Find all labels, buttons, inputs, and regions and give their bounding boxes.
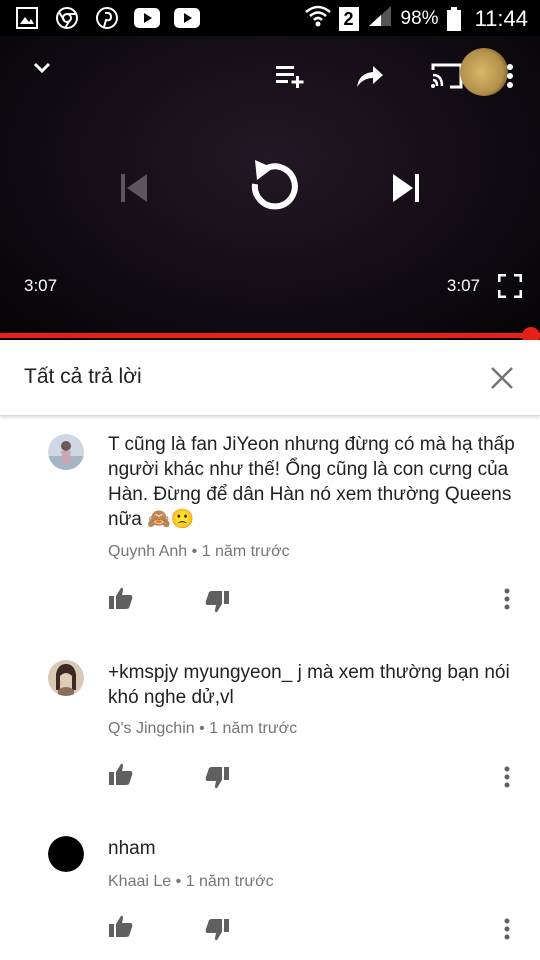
comment-time: 1 năm trước xyxy=(185,873,274,890)
comment-author[interactable]: Quynh Anh xyxy=(108,543,187,560)
comment-author[interactable]: Khaai Le xyxy=(108,873,171,890)
chevron-down-icon xyxy=(33,62,51,74)
comment-more-button[interactable] xyxy=(504,588,520,612)
dislike-button[interactable] xyxy=(204,590,230,614)
meta-separator: • xyxy=(175,873,182,890)
player-more-button[interactable] xyxy=(500,60,520,92)
thumbs-up-icon xyxy=(109,763,133,785)
comment-time: 1 năm trước xyxy=(209,720,298,737)
comment-text: T cũng là fan JiYeon nhưng đừng có mà hạ… xyxy=(108,434,515,530)
comment-more-button[interactable] xyxy=(504,918,520,942)
playlist-add-icon xyxy=(276,66,304,88)
avatar[interactable] xyxy=(48,660,84,696)
more-vert-icon xyxy=(504,588,510,610)
status-bar: 2 98% 11:44 xyxy=(0,0,540,36)
fullscreen-icon xyxy=(498,274,522,298)
cast-icon xyxy=(431,63,463,89)
video-player[interactable]: 3:07 3:07 xyxy=(0,36,540,345)
gallery-icon xyxy=(14,6,40,30)
wifi-icon xyxy=(304,5,331,33)
thumbs-down-icon xyxy=(205,919,229,941)
battery-icon xyxy=(446,7,461,31)
meta-separator: • xyxy=(199,720,205,737)
thumbs-up-icon xyxy=(109,587,133,609)
comment-author[interactable]: Q's Jingchin xyxy=(108,720,195,737)
like-button[interactable] xyxy=(108,586,134,610)
close-icon xyxy=(491,367,513,389)
youtube-icon xyxy=(174,6,200,30)
avatar[interactable] xyxy=(48,434,84,470)
comment-time: 1 năm trước xyxy=(201,543,290,560)
seek-bar[interactable] xyxy=(0,333,540,338)
previous-button[interactable] xyxy=(114,168,154,208)
sim-badge: 2 xyxy=(338,7,359,31)
minimize-button[interactable] xyxy=(28,54,56,82)
add-to-playlist-button[interactable] xyxy=(272,58,308,94)
battery-level: 98% xyxy=(400,8,439,29)
next-button[interactable] xyxy=(386,168,426,208)
more-vert-icon xyxy=(504,766,510,788)
more-vert-icon xyxy=(504,918,510,940)
dislike-button[interactable] xyxy=(204,766,230,790)
current-time: 3:07 xyxy=(24,276,58,295)
comment-text: +kmspjy myungyeon_ j mà xem thường bạn n… xyxy=(108,662,510,708)
duration: 3:07 xyxy=(446,276,480,295)
replies-header: Tất cả trả lời xyxy=(0,340,540,416)
avatar[interactable] xyxy=(48,836,84,872)
comment-more-button[interactable] xyxy=(504,766,520,790)
signal-icon xyxy=(367,4,393,34)
comment-meta: Khaai Le • 1 năm trước xyxy=(108,873,274,891)
skip-previous-icon xyxy=(121,174,147,202)
comment-text: nham xyxy=(108,838,156,859)
meta-separator: • xyxy=(191,543,198,560)
skip-next-icon xyxy=(393,174,419,202)
fullscreen-button[interactable] xyxy=(496,272,524,300)
chrome-icon xyxy=(54,6,80,30)
thumbs-down-icon xyxy=(205,591,229,613)
share-button[interactable] xyxy=(352,58,388,94)
comment-meta: Q's Jingchin • 1 năm trước xyxy=(108,720,297,738)
more-vert-icon xyxy=(507,64,513,88)
replay-button[interactable] xyxy=(240,152,304,220)
pinterest-icon xyxy=(94,6,120,30)
replay-icon xyxy=(251,160,298,210)
like-button[interactable] xyxy=(108,914,134,938)
youtube-icon xyxy=(134,6,160,30)
clock: 11:44 xyxy=(474,6,528,31)
comment-meta: Quynh Anh • 1 năm trước xyxy=(108,543,290,561)
thumbs-down-icon xyxy=(205,767,229,789)
replies-title: Tất cả trả lời xyxy=(24,365,142,388)
thumbs-up-icon xyxy=(109,915,133,937)
dislike-button[interactable] xyxy=(204,918,230,942)
close-button[interactable] xyxy=(488,364,516,392)
share-arrow-icon xyxy=(357,66,383,87)
like-button[interactable] xyxy=(108,762,134,786)
